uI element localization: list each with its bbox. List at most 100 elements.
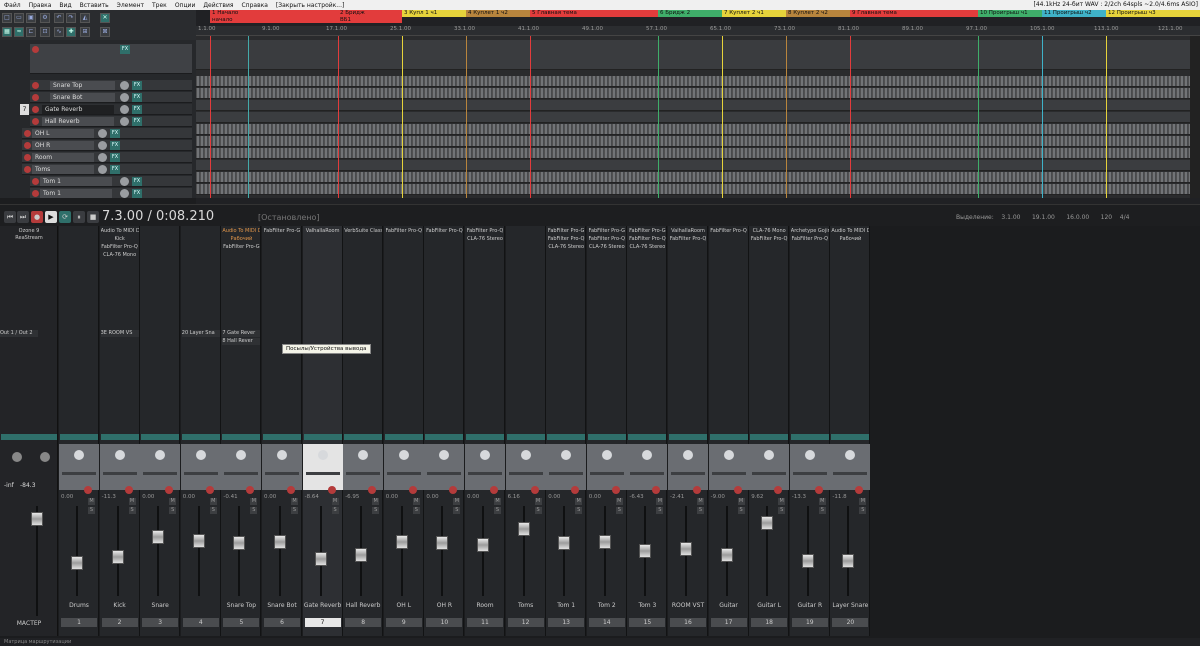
pan-knob[interactable] [317,450,328,460]
record-arm-icon[interactable] [32,106,39,113]
mute-button[interactable]: M [291,498,298,505]
channel-strip[interactable]: 6.16 M S Toms 12 [505,226,546,636]
solo-button[interactable]: S [494,507,501,514]
mute-button[interactable]: M [615,498,623,505]
record-arm-icon[interactable] [652,486,661,494]
strip-number[interactable]: 14 [588,618,625,627]
menu-track[interactable]: Трек [148,2,171,9]
solo-button[interactable]: S [859,507,867,514]
solo-button[interactable]: S [169,507,177,514]
grid-icon[interactable]: ▦ [2,27,12,37]
track-name[interactable]: Hall Reverb [42,117,114,126]
volume-value[interactable]: -11.8 [832,494,846,500]
solo-button[interactable]: S [778,507,786,514]
fx-slot[interactable]: CLA-76 Stereo [628,244,666,251]
channel-strip[interactable]: FabFilter Pro-G FabFilter Pro-Q CLA-76 Ste… [627,226,668,636]
pan-slider[interactable] [508,472,543,475]
channel-strip[interactable]: FabFilter Pro-G 0.00 M S Snare Bot 6 [262,226,302,636]
channel-strip[interactable]: 20 Layer Sna 0.00 M S 4 [180,226,221,636]
lock-icon[interactable]: ⊡ [40,27,50,37]
solo-button[interactable]: S [412,507,420,514]
record-arm-icon[interactable] [32,46,39,53]
fx-bypass-bar[interactable] [669,434,707,440]
media-item[interactable] [196,136,1190,147]
record-arm-icon[interactable] [774,486,783,494]
fx-button[interactable]: FX [110,141,120,150]
project-settings-icon[interactable]: ⚙ [40,13,50,23]
mute-button[interactable]: M [412,498,420,505]
fx-slot[interactable]: FabFilter Pro-Q [385,228,423,235]
channel-strip[interactable]: VerbSuite Classi -6.95 M S Hall Reverb 8 [343,226,384,636]
menu-file[interactable]: Файл [0,2,25,9]
strip-name[interactable]: Toms [506,602,546,609]
new-project-icon[interactable]: □ [2,13,12,23]
marker[interactable]: 6 Бридж 2 [658,10,722,17]
fx-slot[interactable]: Рабочий [831,236,869,243]
master-fx-bar[interactable] [1,434,57,440]
stop-icon[interactable]: ■ [87,211,99,223]
fx-button[interactable]: FX [132,105,142,114]
empty-lane[interactable] [196,112,1190,123]
send-slot[interactable]: 20 Layer Sna [181,330,220,337]
volume-value[interactable]: 0.00 [183,494,195,500]
master-output-route[interactable]: Out 1 / Out 2 [0,330,38,337]
fx-button[interactable]: FX [132,93,142,102]
pan-knob[interactable] [114,450,125,460]
pan-knob[interactable] [398,450,409,460]
fx-button[interactable]: FX [110,165,120,174]
record-arm-icon[interactable] [246,486,255,494]
solo-button[interactable]: S [453,507,461,514]
mute-button[interactable]: M [656,498,664,505]
strip-number[interactable]: 5 [223,618,260,627]
strip-number[interactable]: 18 [751,618,788,627]
region[interactable]: начало [210,17,338,23]
pan-knob[interactable] [520,450,531,460]
pan-slider[interactable] [792,472,827,475]
fx-slot[interactable]: FabFilter Pro-Q [547,236,585,243]
record-arm-icon[interactable] [530,486,539,494]
volume-fader[interactable] [801,554,814,568]
mono-button[interactable] [40,452,50,462]
volume-value[interactable]: 0.00 [548,494,560,500]
pan-knob[interactable] [804,450,815,460]
volume-fader[interactable] [233,536,246,551]
redo-icon[interactable]: ↷ [66,13,76,23]
track-name[interactable]: Snare Top [50,81,115,90]
record-arm-icon[interactable] [24,130,31,137]
volume-value[interactable]: 0.00 [589,494,601,500]
fx-button[interactable]: FX [110,129,120,138]
media-item[interactable] [196,76,1190,87]
volume-knob[interactable] [98,129,107,138]
volume-value[interactable]: 9.62 [751,494,763,500]
track-row-selected[interactable]: 7 Gate Reverb FX [20,104,192,115]
menu-insert[interactable]: Вставить [76,2,113,9]
ripple-icon[interactable]: ≈ [14,27,24,37]
volume-knob[interactable] [98,153,107,162]
go-to-end-icon[interactable]: ⏭ [17,211,29,223]
fx-slot[interactable]: VerbSuite Classi [344,228,382,235]
strip-name[interactable]: Tom 3 [627,602,667,609]
strip-number[interactable]: 7 [304,618,341,627]
solo-button[interactable]: S [372,507,380,514]
channel-strip[interactable]: CLA-76 Mono FabFilter Pro-Q 9.62 M S Guitar L… [749,226,790,636]
mute-button[interactable]: M [169,498,177,505]
strip-name[interactable]: ROOM VST [668,602,708,609]
folder-lane[interactable] [196,40,1190,70]
volume-value[interactable]: 0.00 [264,494,276,500]
pan-slider[interactable] [62,472,96,475]
strip-name[interactable]: Snare Bot [262,602,302,609]
fx-slot[interactable]: ValhallaRoom [669,228,707,235]
fx-slot[interactable]: CLA-76 Stereo [588,244,626,251]
routing-matrix-icon[interactable]: ⊠ [100,27,110,37]
strip-name[interactable]: Snare Top [221,602,261,609]
marker[interactable]: 5 Главная тема [530,10,658,17]
volume-fader[interactable] [395,534,408,549]
pan-slider[interactable] [589,472,624,475]
fx-slot[interactable]: CLA-76 Mono [101,252,139,259]
vertical-scrollbar[interactable] [1190,36,1200,198]
volume-fader[interactable] [720,547,733,562]
volume-fader[interactable] [314,552,327,567]
volume-fader[interactable] [192,534,205,548]
record-arm-icon[interactable] [814,486,823,494]
volume-value[interactable]: 6.16 [508,494,520,500]
